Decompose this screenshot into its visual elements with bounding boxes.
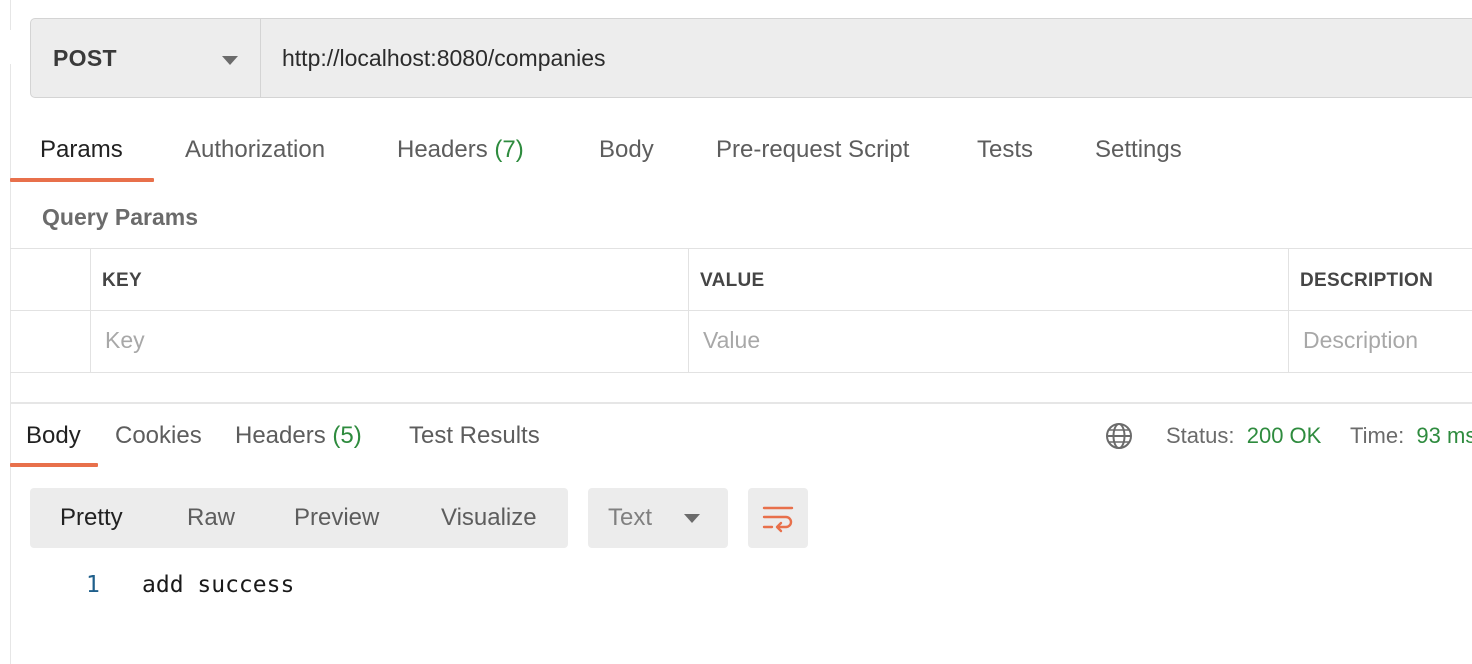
tab-settings[interactable]: Settings — [1095, 136, 1182, 164]
status-label: Status: — [1166, 423, 1235, 448]
table-border — [1288, 248, 1289, 373]
response-tab-test-results[interactable]: Test Results — [409, 422, 540, 450]
param-key-input[interactable] — [105, 312, 680, 368]
tab-headers[interactable]: Headers (7) — [397, 136, 524, 164]
tab-tests[interactable]: Tests — [977, 136, 1033, 164]
wrap-lines-button[interactable] — [748, 488, 808, 548]
param-value-input[interactable] — [703, 312, 1278, 368]
view-raw-button[interactable]: Raw — [187, 504, 235, 532]
url-input[interactable] — [261, 19, 1472, 97]
globe-icon[interactable] — [1104, 421, 1134, 451]
tab-authorization[interactable]: Authorization — [185, 136, 325, 164]
column-header-description: DESCRIPTION — [1300, 270, 1434, 291]
status-value: 200 OK — [1246, 423, 1322, 448]
line-number: 1 — [86, 572, 100, 598]
view-preview-button[interactable]: Preview — [294, 504, 379, 532]
wrap-lines-icon — [762, 506, 794, 533]
chevron-down-icon — [684, 514, 700, 523]
table-border — [10, 310, 1472, 311]
tab-headers-label: Headers — [397, 136, 488, 163]
postman-request-view: POST Params Authorization Headers (7) Bo… — [0, 0, 1472, 664]
query-params-table: KEY VALUE DESCRIPTION — [10, 248, 1472, 374]
tab-params[interactable]: Params — [40, 136, 123, 164]
column-header-value: VALUE — [700, 270, 765, 291]
tab-body[interactable]: Body — [599, 136, 654, 164]
chevron-down-icon — [222, 56, 238, 65]
response-tab-headers[interactable]: Headers (5) — [235, 422, 362, 450]
table-border — [10, 248, 1472, 249]
time-label: Time: — [1350, 423, 1405, 448]
time-readout: Time: 93 ms — [1350, 423, 1472, 449]
tab-pre-request-script[interactable]: Pre-request Script — [716, 136, 909, 164]
time-value: 93 ms — [1416, 423, 1472, 448]
query-params-title: Query Params — [42, 204, 198, 230]
format-label: Text — [608, 504, 653, 531]
headers-count: (7) — [494, 136, 524, 163]
response-tab-cookies[interactable]: Cookies — [115, 422, 202, 450]
table-border — [10, 372, 1472, 373]
response-tab-body[interactable]: Body — [26, 422, 81, 450]
status-readout: Status: 200 OK — [1166, 423, 1321, 449]
table-border — [90, 248, 91, 373]
view-pretty-button[interactable]: Pretty — [60, 504, 123, 532]
response-headers-count: (5) — [332, 422, 362, 449]
method-select[interactable]: POST — [31, 19, 261, 97]
param-description-input[interactable] — [1303, 312, 1472, 368]
column-header-key: KEY — [102, 270, 142, 291]
view-mode-group: Pretty Raw Preview Visualize — [30, 488, 568, 548]
method-label: POST — [53, 44, 117, 71]
response-tab-headers-label: Headers — [235, 422, 326, 449]
request-tabs: Params Authorization Headers (7) Body Pr… — [0, 130, 1472, 184]
format-select[interactable]: Text — [588, 488, 728, 548]
panel-divider[interactable] — [10, 402, 1472, 404]
sidebar-edge — [10, 0, 11, 30]
active-response-tab-indicator — [10, 463, 98, 467]
table-border — [688, 248, 689, 373]
url-bar: POST — [30, 18, 1472, 98]
view-visualize-button[interactable]: Visualize — [441, 504, 537, 532]
active-tab-indicator — [10, 178, 154, 182]
response-body-line: add success — [142, 572, 295, 598]
